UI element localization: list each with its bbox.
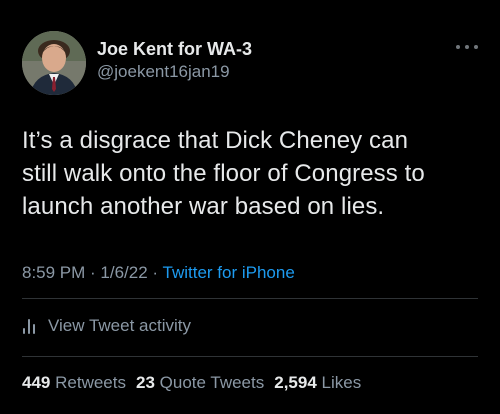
divider <box>22 356 478 357</box>
more-icon[interactable] <box>456 42 478 52</box>
tweet-header: Joe Kent for WA-3 @joekent16jan19 <box>22 30 252 96</box>
quote-tweets-count: 23 <box>135 373 155 392</box>
tweet-date[interactable]: 1/6/22 <box>100 263 147 282</box>
avatar[interactable] <box>22 31 86 95</box>
display-name[interactable]: Joe Kent for WA-3 <box>97 37 252 61</box>
more-dot <box>474 45 478 49</box>
quote-tweets-stat[interactable]: 23 Quote Tweets <box>136 373 264 392</box>
author-names: Joe Kent for WA-3 @joekent16jan19 <box>97 37 252 83</box>
avatar-image <box>22 31 86 95</box>
retweets-stat[interactable]: 449 Retweets <box>22 373 126 392</box>
retweets-label: Retweets <box>55 373 126 392</box>
more-dot <box>465 45 469 49</box>
tweet-text-line: It’s a disgrace that Dick Cheney can <box>22 127 409 154</box>
activity-label: View Tweet activity <box>48 316 191 335</box>
meta-separator: · <box>85 263 101 282</box>
tweet-source-link[interactable]: Twitter for iPhone <box>163 263 295 282</box>
tweet-text-line: still walk onto the floor of Congress to <box>22 160 425 187</box>
tweet-text: It’s a disgrace that Dick Cheney can sti… <box>22 124 492 223</box>
quote-tweets-label: Quote Tweets <box>159 373 265 392</box>
user-handle[interactable]: @joekent16jan19 <box>97 61 252 83</box>
bar-chart-icon <box>22 318 36 334</box>
tweet-metadata: 8:59 PM · 1/6/22 · Twitter for iPhone <box>22 262 295 284</box>
divider <box>22 298 478 299</box>
meta-separator: · <box>147 263 163 282</box>
view-tweet-activity-button[interactable]: View Tweet activity <box>22 313 191 339</box>
likes-count: 2,594 <box>274 373 317 392</box>
likes-label: Likes <box>321 373 362 392</box>
tweet-time[interactable]: 8:59 PM <box>22 263 85 282</box>
tweet-card: Joe Kent for WA-3 @joekent16jan19 It’s a… <box>0 0 500 414</box>
retweets-count: 449 <box>22 373 51 392</box>
tweet-stats: 449 Retweets 23 Quote Tweets 2,594 Likes <box>22 372 361 394</box>
tweet-text-line: launch another war based on lies. <box>22 193 385 220</box>
more-dot <box>456 45 460 49</box>
likes-stat[interactable]: 2,594 Likes <box>274 373 361 392</box>
